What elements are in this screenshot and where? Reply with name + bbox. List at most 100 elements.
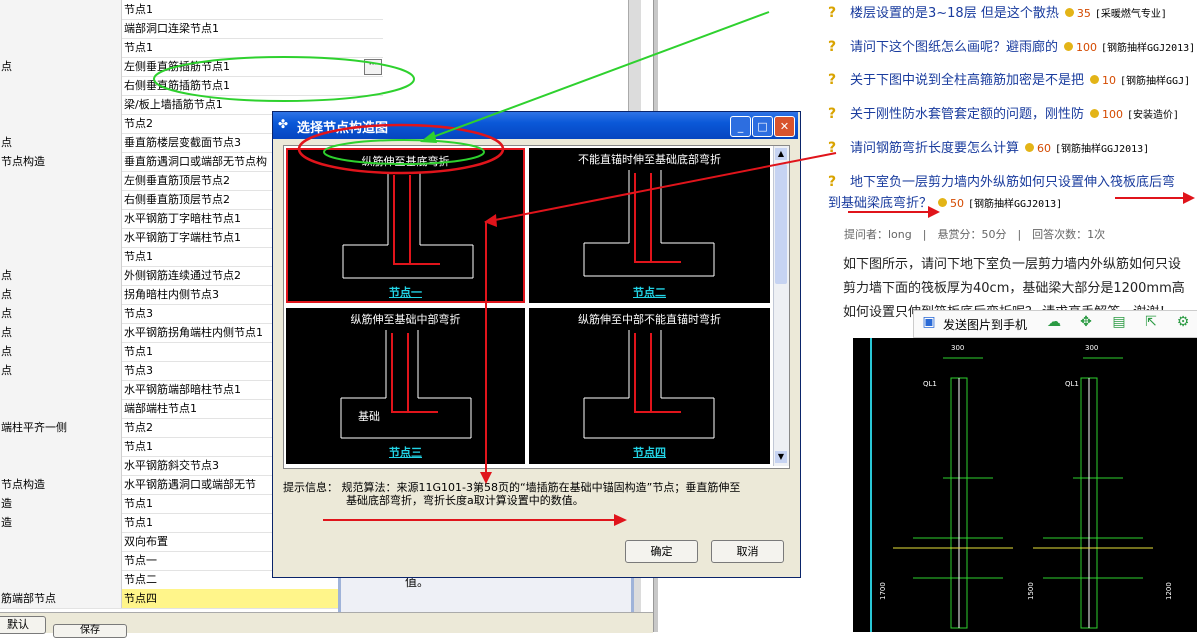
row-label (0, 95, 122, 114)
row-label (0, 209, 122, 228)
panel-label[interactable]: 节点二 (529, 284, 770, 300)
row-label: 点 (0, 323, 122, 342)
panel-label[interactable]: 节点四 (529, 444, 770, 460)
node-panel-2[interactable]: 不能直锚时伸至基础底部弯折 节点二 (529, 148, 770, 303)
default-button[interactable]: 默认 (0, 616, 46, 634)
drawing-label: QL1 (923, 380, 937, 388)
question-tag[interactable]: [安装造价] (1127, 110, 1179, 121)
row-label (0, 114, 122, 133)
hint-text: 提示信息： 规范算法：来源11G101-3第58页的“墙插筋在基础中锚固构造”节… (283, 481, 783, 507)
row-label (0, 19, 122, 38)
ok-button[interactable]: 确定 (625, 540, 698, 563)
question-icon: ? (828, 140, 837, 156)
row-label: 点 (0, 57, 122, 76)
row-value[interactable]: 左侧垂直筋插筋节点1 (122, 57, 384, 76)
scroll-down-icon[interactable]: ▼ (775, 451, 787, 463)
phone-icon[interactable]: ▣ (921, 314, 937, 330)
table-row[interactable]: 筋端部节点 节点四 (0, 589, 384, 609)
row-label (0, 171, 122, 190)
table-row[interactable]: 右侧垂直筋插筋节点1 (0, 76, 383, 96)
basis-label: 基础 (358, 410, 380, 423)
row-value[interactable]: 节点1 (122, 38, 384, 57)
node-panel-3[interactable]: 纵筋伸至基础中部弯折 基础 节点三 (286, 308, 525, 464)
row-label: 节点构造 (0, 475, 122, 494)
question-link[interactable]: 请问钢筋弯折长度要怎么计算 (850, 141, 1019, 156)
panel-label[interactable]: 节点三 (286, 444, 525, 460)
row-label (0, 190, 122, 209)
row-label (0, 38, 122, 57)
cloud-icon[interactable]: ☁ (1046, 314, 1062, 330)
panel-label[interactable]: 节点一 (288, 284, 523, 300)
node-panel-1[interactable]: 纵筋伸至基底弯折 节点一 (286, 148, 525, 303)
table-row[interactable]: 点左侧垂直筋插筋节点1 ··· (0, 57, 383, 77)
coin-icon (1025, 143, 1035, 152)
row-label (0, 570, 122, 589)
question-row[interactable]: ? 地下室负一层剪力墙内外纵筋如何只设置伸入筏板底后弯 (828, 171, 1175, 190)
row-value[interactable]: 右侧垂直筋插筋节点1 (122, 76, 384, 95)
question-link[interactable]: 地下室负一层剪力墙内外纵筋如何只设置伸入筏板底后弯 (850, 175, 1175, 190)
coin-icon (938, 198, 948, 207)
question-link[interactable]: 楼层设置的是3~18层 但是这个散热 (850, 6, 1059, 21)
row-label: 点 (0, 133, 122, 152)
row-label (0, 551, 122, 570)
row-label: 点 (0, 342, 122, 361)
node-sketch (583, 170, 715, 277)
coin-icon (1064, 42, 1074, 51)
question-link[interactable]: 关于刚性防水套管套定额的问题，刚性防 (850, 107, 1084, 122)
row-label: 点 (0, 304, 122, 323)
gear-icon[interactable]: ⚙ (1175, 314, 1191, 330)
question-score: 60 (1037, 142, 1052, 155)
row-label: 点 (0, 361, 122, 380)
minimize-button[interactable]: _ (730, 116, 751, 137)
fullscreen-icon[interactable]: ✥ (1078, 314, 1094, 330)
table-row[interactable]: 端部洞口连梁节点1 (0, 19, 383, 39)
table-row[interactable]: 节点1 (0, 0, 383, 20)
gallery-scrollbar[interactable]: ▲ ▼ (773, 146, 789, 466)
question-line2[interactable]: 到基础梁底弯折？ 50 [钢筋抽样GGJ2013] (828, 192, 1062, 211)
question-icon: ? (828, 72, 837, 88)
question-link[interactable]: 请问下这个图纸怎么画呢？避雨廊的 (850, 40, 1058, 55)
cad-drawing: 300 300 QL1 QL1 1700 1500 1200 (853, 338, 1197, 632)
save-icon[interactable]: ▤ (1111, 314, 1127, 330)
table-row[interactable]: 节点1 (0, 38, 383, 58)
row-label (0, 228, 122, 247)
question-row[interactable]: ? 楼层设置的是3~18层 但是这个散热 35 [采暖燃气专业] (828, 2, 1167, 21)
question-tag[interactable]: [采暖燃气专业] (1095, 9, 1167, 20)
close-icon: ✕ (779, 120, 790, 133)
question-row[interactable]: ? 请问钢筋弯折长度要怎么计算 60 [钢筋抽样GGJ2013] (828, 137, 1149, 156)
save-button[interactable]: 保存 (53, 624, 127, 638)
drawing-label: 1700 (879, 582, 887, 600)
maximize-button[interactable]: □ (752, 116, 773, 137)
row-value[interactable]: 端部洞口连梁节点1 (122, 19, 384, 38)
minimize-icon: _ (737, 120, 744, 133)
share-icon[interactable]: ⇱ (1143, 314, 1159, 330)
scroll-thumb[interactable] (775, 164, 787, 284)
question-link[interactable]: 关于下图中说到全柱高箍筋加密是不是把 (850, 73, 1084, 88)
send-to-phone-button[interactable]: 发送图片到手机 (943, 316, 1027, 333)
hint-line: 提示信息： 规范算法：来源11G101-3第58页的“墙插筋在基础中锚固构造”节… (283, 481, 741, 494)
question-tag[interactable]: [钢筋抽样GGJ] (1120, 76, 1190, 87)
question-link-cont[interactable]: 到基础梁底弯折？ (828, 196, 932, 211)
question-tag[interactable]: [钢筋抽样GGJ2013] (1055, 144, 1149, 155)
question-row[interactable]: ? 请问下这个图纸怎么画呢？避雨廊的 100 [钢筋抽样GGJ2013] (828, 36, 1195, 55)
row-value[interactable]: 节点1 (122, 0, 384, 19)
cancel-button[interactable]: 取消 (711, 540, 784, 563)
close-button[interactable]: ✕ (774, 116, 795, 137)
row-label: 点 (0, 266, 122, 285)
maximize-icon: □ (757, 120, 768, 133)
question-row[interactable]: ? 关于刚性防水套管套定额的问题，刚性防 100 [安装造价] (828, 103, 1179, 122)
question-score: 35 (1076, 7, 1091, 20)
row-label (0, 437, 122, 456)
row-label (0, 456, 122, 475)
question-icon: ? (828, 174, 837, 190)
question-icon: ? (828, 39, 837, 55)
scroll-up-icon[interactable]: ▲ (775, 148, 787, 160)
node-panel-4[interactable]: 纵筋伸至中部不能直锚时弯折 节点四 (529, 308, 770, 464)
row-label: 端柱平齐一侧 (0, 418, 122, 437)
question-row[interactable]: ? 关于下图中说到全柱高箍筋加密是不是把 10 [钢筋抽样GGJ] (828, 69, 1190, 88)
question-icon: ? (828, 5, 837, 21)
question-tag[interactable]: [钢筋抽样GGJ2013] (1101, 43, 1195, 54)
question-tag[interactable]: [钢筋抽样GGJ2013] (968, 199, 1062, 210)
ellipsis-button[interactable]: ··· (364, 59, 382, 75)
row-label (0, 399, 122, 418)
